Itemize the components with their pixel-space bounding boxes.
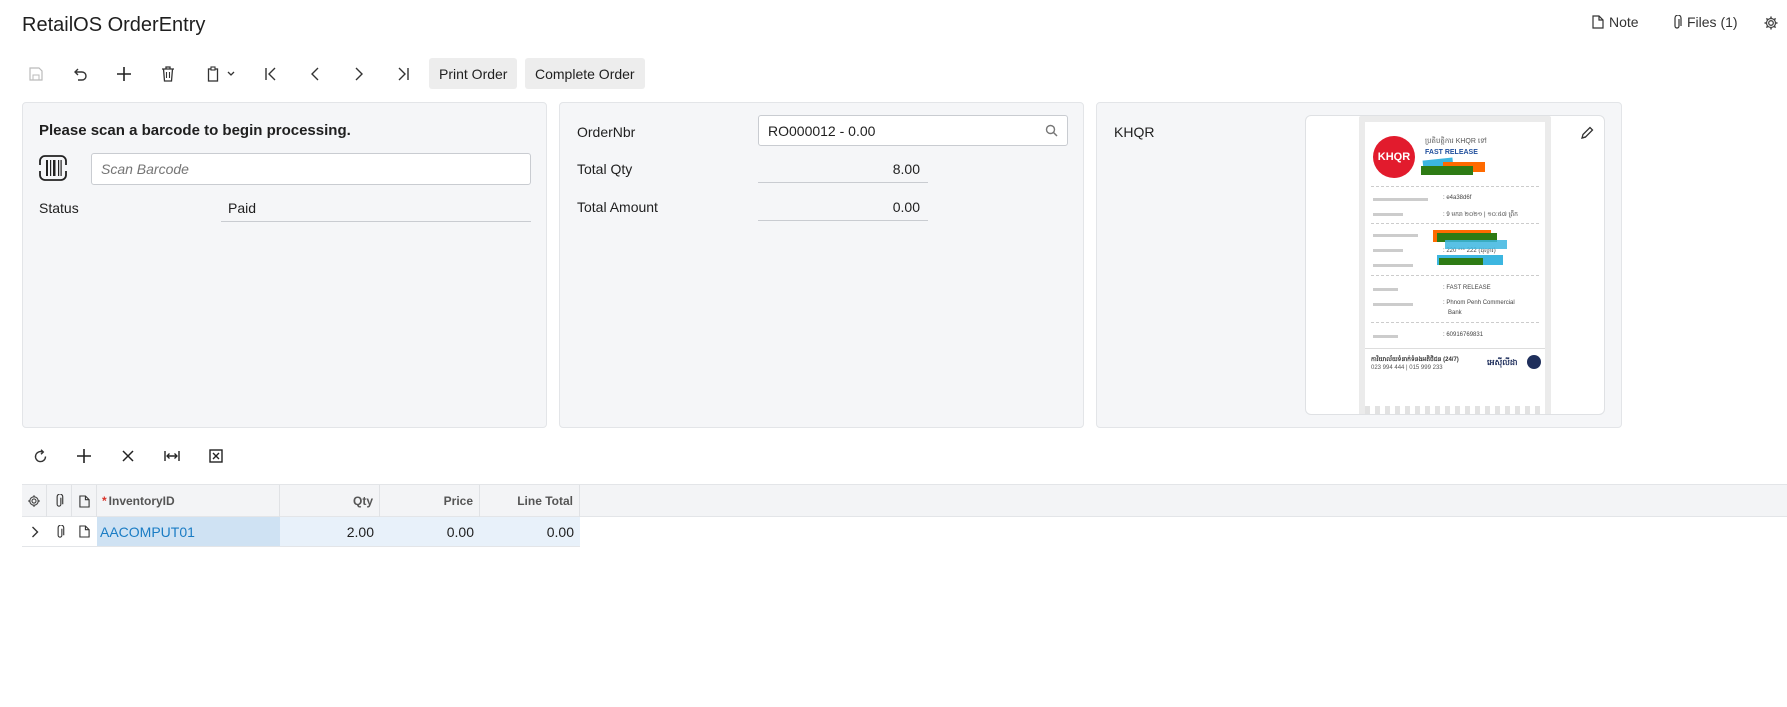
receipt-merchant: FAST RELEASE xyxy=(1425,149,1478,156)
total-qty-label: Total Qty xyxy=(577,161,633,177)
receipt-bank-brand: អេស៊ីលីដា xyxy=(1487,358,1518,367)
required-marker: * xyxy=(102,494,107,508)
column-header-price[interactable]: Price xyxy=(380,485,480,517)
receipt-footer-1: ការិយាល័យទំនាក់ទំនងអតិថិជន (24/7) xyxy=(1371,357,1459,363)
order-panel: OrderNbr RO000012 - 0.00 Total Qty 8.00 … xyxy=(559,102,1084,428)
receipt-ref: : e4a38d6f xyxy=(1443,195,1472,201)
barcode-icon xyxy=(39,154,67,187)
document-icon xyxy=(1592,15,1604,29)
document-icon xyxy=(78,494,90,508)
search-icon[interactable] xyxy=(1045,124,1058,137)
note-label: Note xyxy=(1609,14,1639,30)
export-excel-button[interactable] xyxy=(202,442,230,470)
row-files-button[interactable] xyxy=(47,517,72,547)
column-header-inventory-label: InventoryID xyxy=(108,494,175,508)
delete-row-button[interactable] xyxy=(114,442,142,470)
khqr-panel: KHQR KHQR ប្រតិបត្តិការ KHQR ទៅ FAST REL… xyxy=(1096,102,1622,428)
scan-heading: Please scan a barcode to begin processin… xyxy=(39,122,351,139)
row-inventory-link[interactable]: AACOMPUT01 xyxy=(97,517,280,547)
column-header-inventory[interactable]: * InventoryID xyxy=(97,485,280,517)
last-record-button[interactable] xyxy=(389,60,417,88)
gear-icon xyxy=(1763,15,1779,31)
order-nbr-label: OrderNbr xyxy=(577,124,636,140)
khqr-label: KHQR xyxy=(1114,124,1155,140)
chevron-right-icon xyxy=(354,67,364,81)
grid-settings-button[interactable] xyxy=(22,485,47,517)
receipt-footer-2: 023 994 444 | 015 999 233 xyxy=(1371,365,1443,371)
first-record-button[interactable] xyxy=(257,60,285,88)
row-line-total[interactable]: 0.00 xyxy=(480,517,580,547)
fit-columns-button[interactable] xyxy=(158,442,186,470)
undo-button[interactable] xyxy=(66,60,94,88)
first-icon xyxy=(264,67,278,81)
total-qty-value: 8.00 xyxy=(758,158,928,183)
receipt-recipient: : FAST RELEASE xyxy=(1443,285,1491,291)
chevron-right-icon xyxy=(31,526,39,538)
files-label: Files (1) xyxy=(1687,14,1738,30)
order-nbr-value: RO000012 - 0.00 xyxy=(768,123,876,139)
plus-icon xyxy=(77,449,91,463)
print-order-button[interactable]: Print Order xyxy=(429,58,518,89)
close-icon xyxy=(122,450,134,462)
settings-button[interactable] xyxy=(1763,15,1779,31)
grid-files-header xyxy=(47,485,72,517)
trash-icon xyxy=(161,66,175,82)
copy-paste-button[interactable] xyxy=(200,60,242,88)
files-button[interactable]: Files (1) xyxy=(1672,14,1738,30)
paperclip-icon xyxy=(55,524,65,539)
add-row-button[interactable] xyxy=(70,442,98,470)
last-icon xyxy=(396,67,410,81)
gear-icon xyxy=(27,494,41,508)
save-icon xyxy=(29,67,43,81)
receipt-date: : 9 មករា ២០២១ | ១០:៥៧ ព្រឹក xyxy=(1443,212,1518,218)
column-header-qty[interactable]: Qty xyxy=(280,485,380,517)
save-button[interactable] xyxy=(22,60,50,88)
undo-icon xyxy=(72,67,88,81)
refresh-icon xyxy=(33,448,48,464)
receipt-bank-line1: : Phnom Penh Commercial xyxy=(1443,300,1515,306)
row-qty[interactable]: 2.00 xyxy=(280,517,380,547)
paperclip-icon xyxy=(1672,14,1682,30)
receipt-bank-line2: Bank xyxy=(1448,310,1462,316)
document-icon xyxy=(79,525,90,538)
khqr-receipt-image: KHQR ប្រតិបត្តិការ KHQR ទៅ FAST RELEASE … xyxy=(1359,116,1551,414)
total-amount-label: Total Amount xyxy=(577,199,658,215)
khqr-image-frame: KHQR ប្រតិបត្តិការ KHQR ទៅ FAST RELEASE … xyxy=(1305,115,1605,415)
excel-icon xyxy=(209,449,223,463)
pencil-icon xyxy=(1580,126,1594,140)
receipt-hash: : 60916769831 xyxy=(1443,332,1484,338)
chevron-left-icon xyxy=(310,67,320,81)
status-label: Status xyxy=(39,200,79,216)
edit-image-button[interactable] xyxy=(1580,126,1594,140)
column-header-line-total[interactable]: Line Total xyxy=(480,485,580,517)
row-price[interactable]: 0.00 xyxy=(380,517,480,547)
row-notes-button[interactable] xyxy=(72,517,97,547)
total-amount-value: 0.00 xyxy=(758,196,928,221)
grid-header: * InventoryID Qty Price Line Total xyxy=(22,484,1787,517)
grid-notes-header xyxy=(72,485,97,517)
delete-button[interactable] xyxy=(154,60,182,88)
scan-barcode-input[interactable] xyxy=(91,153,531,185)
clipboard-icon xyxy=(207,66,221,82)
plus-icon xyxy=(117,67,131,81)
page-title: RetailOS OrderEntry xyxy=(22,14,206,36)
note-button[interactable]: Note xyxy=(1592,14,1639,30)
row-expand-button[interactable] xyxy=(22,517,47,547)
add-button[interactable] xyxy=(110,60,138,88)
receipt-title: ប្រតិបត្តិការ KHQR ទៅ xyxy=(1425,138,1487,145)
bank-emblem-icon xyxy=(1527,355,1541,369)
chevron-down-icon xyxy=(227,71,235,77)
complete-order-button[interactable]: Complete Order xyxy=(525,58,645,89)
fit-width-icon xyxy=(164,449,180,463)
order-nbr-selector[interactable]: RO000012 - 0.00 xyxy=(758,115,1068,146)
status-value: Paid xyxy=(221,197,531,222)
next-record-button[interactable] xyxy=(345,60,373,88)
previous-record-button[interactable] xyxy=(301,60,329,88)
khqr-logo: KHQR xyxy=(1373,136,1415,178)
paperclip-icon xyxy=(54,494,64,508)
refresh-button[interactable] xyxy=(26,442,54,470)
scan-panel: Please scan a barcode to begin processin… xyxy=(22,102,547,428)
